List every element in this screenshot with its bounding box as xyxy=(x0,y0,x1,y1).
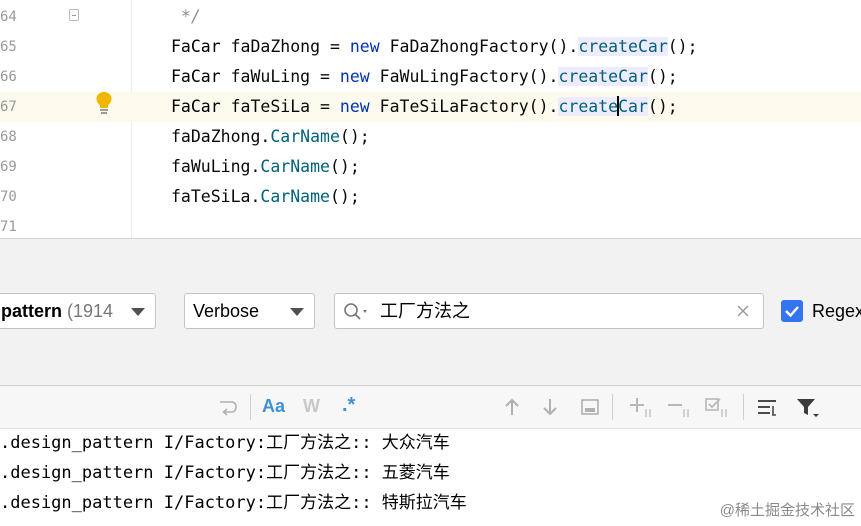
toolbar-separator xyxy=(250,394,251,420)
remove-selection-icon[interactable] xyxy=(666,396,692,418)
filter-icon[interactable] xyxy=(795,396,821,420)
line-number: 69 xyxy=(0,159,17,175)
line-number: 66 xyxy=(0,69,17,85)
add-selection-icon[interactable] xyxy=(628,396,654,418)
code-editor[interactable]: 64 */ 65 FaCar faDaZhong = new FaDaZhong… xyxy=(0,0,861,238)
checkmark-icon xyxy=(785,306,799,318)
filter-lines-icon[interactable] xyxy=(756,397,778,417)
log-line: .design_pattern I/Factory:工厂方法之:: 特斯拉汽车 xyxy=(0,493,467,513)
method-highlight: createCar xyxy=(558,96,648,116)
method-highlight: createCar xyxy=(578,37,668,56)
log-line: .design_pattern I/Factory:工厂方法之:: 大众汽车 xyxy=(0,433,450,453)
code-line: 69 faWuLing.CarName(); xyxy=(0,152,861,182)
comment-text: */ xyxy=(171,7,201,26)
code-line: 64 */ xyxy=(0,2,861,32)
search-icon xyxy=(344,303,367,320)
line-number: 70 xyxy=(0,189,17,205)
regex-checkbox[interactable] xyxy=(781,300,803,322)
regex-toggle[interactable]: .* xyxy=(342,394,355,417)
log-line: .design_pattern I/Factory:工厂方法之:: 五菱汽车 xyxy=(0,463,450,483)
arrow-down-icon[interactable] xyxy=(540,397,560,417)
method-highlight: createCar xyxy=(558,67,648,86)
process-select[interactable]: pattern (1914 xyxy=(0,293,156,329)
code-line: 70 faTeSiLa.CarName(); xyxy=(0,182,861,212)
select-occurrence-icon[interactable] xyxy=(580,398,600,416)
code-line: 68 faDaZhong.CarName(); xyxy=(0,122,861,152)
toolbar-separator xyxy=(743,394,744,420)
chevron-down-icon xyxy=(290,308,304,316)
log-level-select[interactable]: Verbose xyxy=(184,293,315,329)
logcat-toolbar xyxy=(0,386,861,429)
search-value: 工厂方法之 xyxy=(380,301,470,321)
regex-label[interactable]: Regex xyxy=(812,300,861,322)
line-number: 64 xyxy=(0,9,17,25)
code-line-current: 67 FaCar faTeSiLa = new FaTeSiLaFactory(… xyxy=(0,92,861,122)
line-number: 67 xyxy=(0,99,17,115)
code-line: 66 FaCar faWuLing = new FaWuLingFactory(… xyxy=(0,62,861,92)
line-number: 65 xyxy=(0,39,17,55)
match-case-toggle[interactable]: Aa xyxy=(262,396,285,417)
arrow-up-icon[interactable] xyxy=(502,397,522,417)
words-toggle[interactable]: W xyxy=(303,396,320,417)
watermark: @稀土掘金技术社区 xyxy=(719,502,855,519)
code-line: 65 FaCar faDaZhong = new FaDaZhongFactor… xyxy=(0,32,861,62)
toolbar-separator xyxy=(612,394,613,420)
chevron-down-icon xyxy=(131,308,145,316)
log-search-input[interactable]: 工厂方法之 xyxy=(334,293,764,329)
soft-wrap-icon[interactable] xyxy=(218,397,238,417)
clear-icon[interactable] xyxy=(737,305,749,317)
line-number: 68 xyxy=(0,129,17,145)
select-all-occurrences-icon[interactable] xyxy=(704,396,730,418)
lightbulb-icon[interactable] xyxy=(95,91,113,115)
